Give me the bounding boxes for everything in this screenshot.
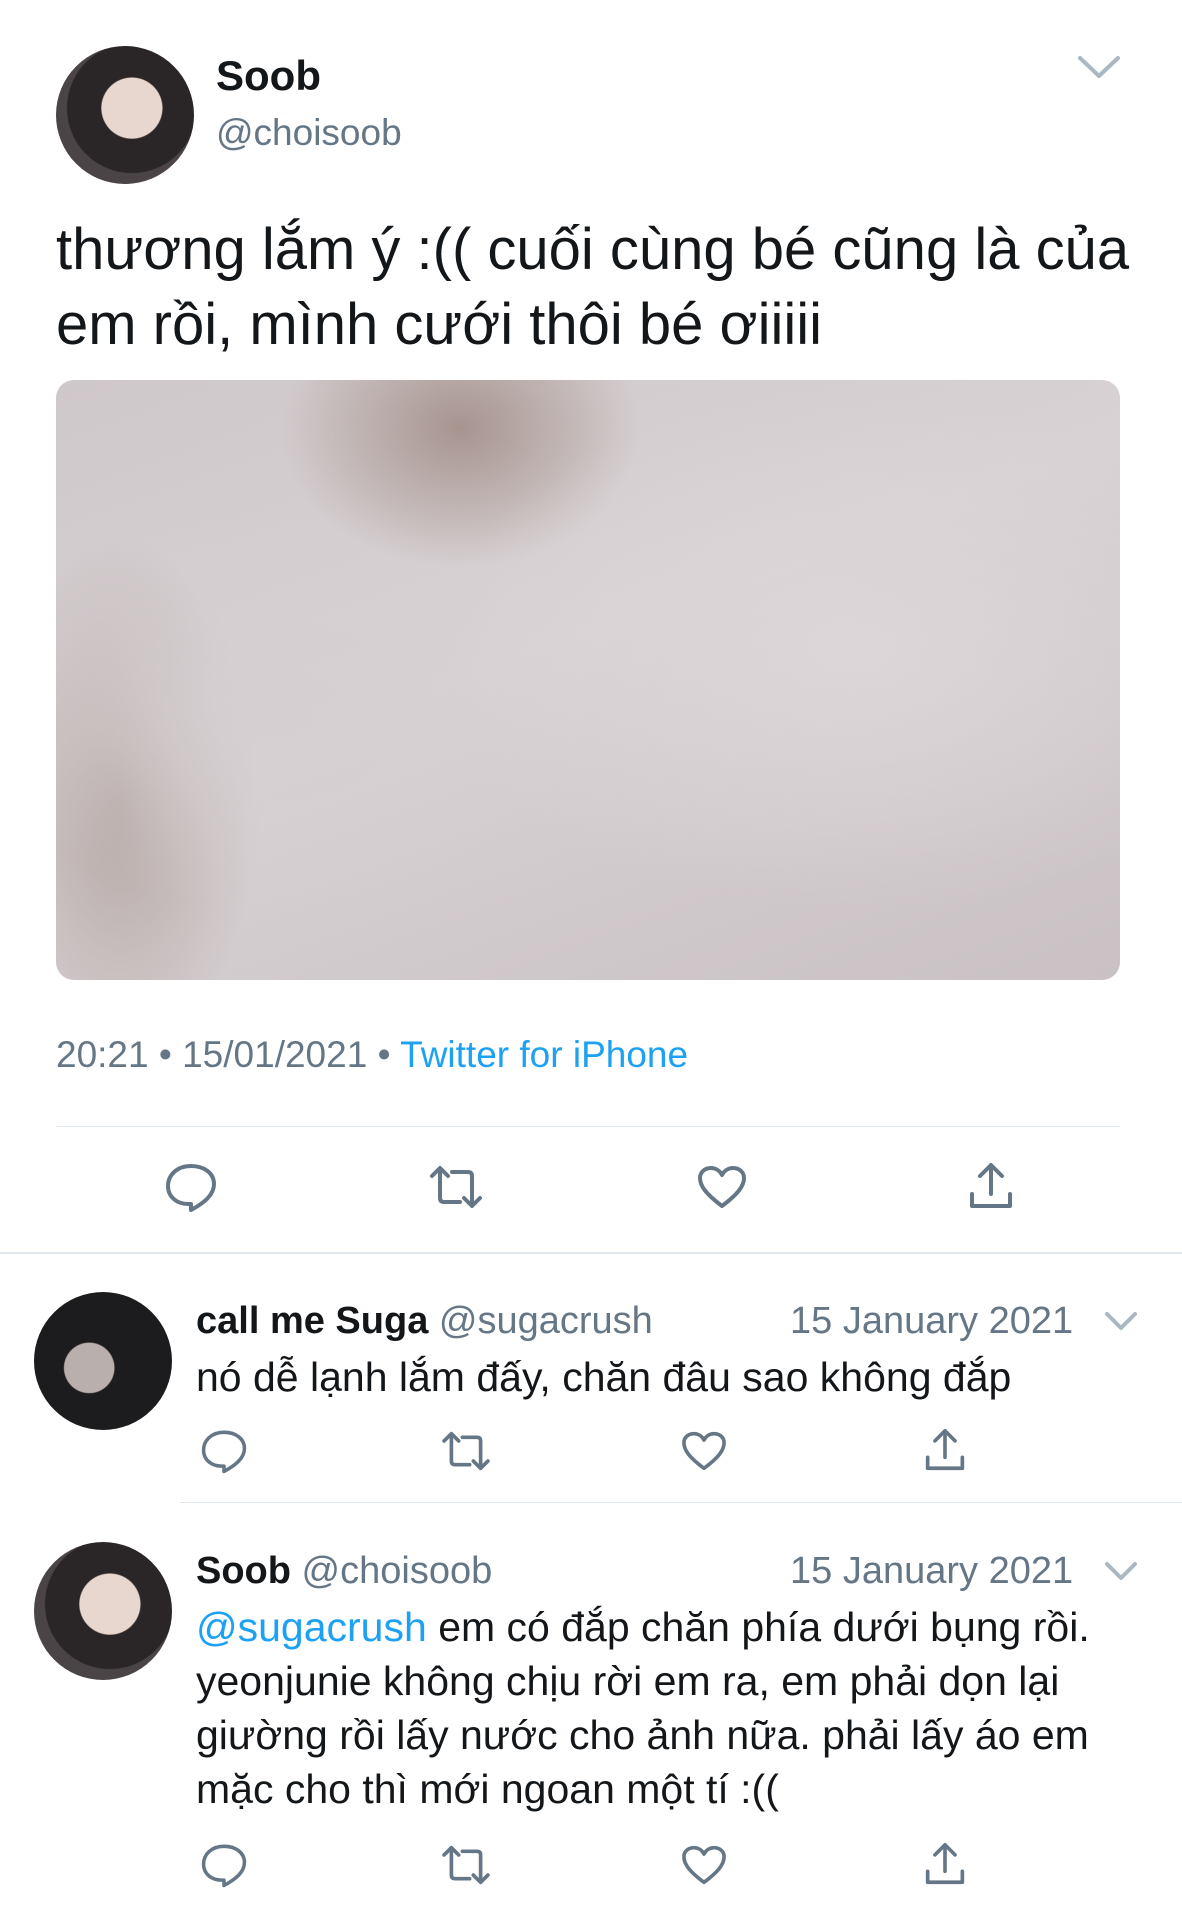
reply-date: 15 January 2021 bbox=[790, 1550, 1074, 1592]
reply-divider bbox=[180, 1502, 1182, 1503]
share-icon[interactable] bbox=[924, 1426, 966, 1474]
reply-icon[interactable] bbox=[200, 1428, 248, 1474]
tweet-text: thương lắm ý :(( cuối cùng bé cũng là củ… bbox=[56, 217, 1130, 357]
reply-author-name[interactable]: call me Suga @sugacrush bbox=[196, 1300, 653, 1343]
chevron-down-icon[interactable] bbox=[1076, 52, 1122, 82]
share-icon[interactable] bbox=[924, 1840, 966, 1888]
tweet-date: 15/01/2021 bbox=[182, 1034, 368, 1075]
tweet-source-link[interactable]: Twitter for iPhone bbox=[400, 1034, 688, 1075]
chevron-down-icon[interactable] bbox=[1104, 1560, 1138, 1582]
reply-avatar[interactable] bbox=[34, 1542, 172, 1680]
mention-link[interactable]: @sugacrush bbox=[196, 1604, 427, 1650]
reply-handle[interactable]: @sugacrush bbox=[439, 1300, 653, 1342]
heart-icon[interactable] bbox=[680, 1430, 728, 1472]
reply-text: nó dễ lạnh lắm đấy, chăn đâu sao không đ… bbox=[196, 1354, 1012, 1400]
heart-icon[interactable] bbox=[680, 1844, 728, 1886]
chevron-down-icon[interactable] bbox=[1104, 1310, 1138, 1332]
retweet-icon[interactable] bbox=[428, 1164, 484, 1210]
reply-icon[interactable] bbox=[200, 1842, 248, 1888]
tweet-time: 20:21 bbox=[56, 1034, 149, 1075]
reply-author-name[interactable]: Soob @choisoob bbox=[196, 1550, 492, 1593]
heart-icon[interactable] bbox=[696, 1164, 748, 1210]
share-icon[interactable] bbox=[968, 1160, 1014, 1212]
reply-handle[interactable]: @choisoob bbox=[302, 1550, 493, 1592]
thread-divider bbox=[0, 1252, 1182, 1254]
meta-separator: • bbox=[158, 1034, 183, 1075]
tweet-photo[interactable] bbox=[56, 380, 1120, 980]
tweet-meta: 20:21 • 15/01/2021 • Twitter for iPhone bbox=[56, 1034, 688, 1076]
author-handle[interactable]: @choisoob bbox=[216, 112, 402, 154]
reply-name[interactable]: call me Suga bbox=[196, 1300, 428, 1342]
reply-date: 15 January 2021 bbox=[790, 1300, 1074, 1342]
author-avatar[interactable] bbox=[56, 46, 194, 184]
meta-separator: • bbox=[377, 1034, 401, 1075]
divider bbox=[56, 1126, 1120, 1127]
reply-icon[interactable] bbox=[164, 1162, 218, 1212]
retweet-icon[interactable] bbox=[440, 1430, 492, 1472]
reply-text: @sugacrush em có đắp chăn phía dưới bụng… bbox=[196, 1600, 1146, 1816]
author-name[interactable]: Soob bbox=[216, 52, 321, 100]
reply-name[interactable]: Soob bbox=[196, 1550, 291, 1592]
retweet-icon[interactable] bbox=[440, 1844, 492, 1886]
reply-avatar[interactable] bbox=[34, 1292, 172, 1430]
